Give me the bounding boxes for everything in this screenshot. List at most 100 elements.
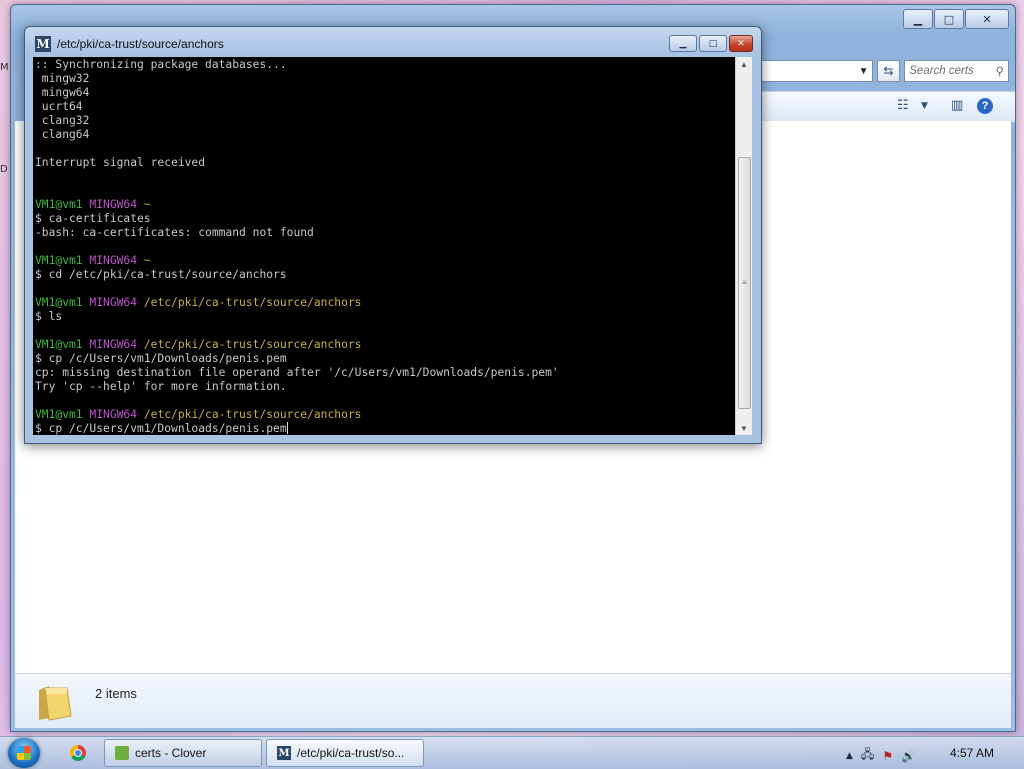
terminal-text-segment: ~ (143, 254, 151, 267)
offscreen-glyph: M (0, 62, 9, 73)
terminal-text-segment: VM1@vm1 (35, 198, 90, 211)
search-icon[interactable]: ⚲ (996, 64, 1004, 78)
taskbar: certs - Clover M /etc/pki/ca-trust/so...… (0, 736, 1024, 769)
terminal-line: cp: missing destination file operand aft… (35, 366, 559, 379)
volume-icon[interactable]: 🔊 (901, 749, 916, 763)
action-center-icon[interactable]: ⚑ (882, 749, 893, 763)
terminal-screen[interactable]: :: Synchronizing package databases... mi… (33, 57, 735, 435)
terminal-text-segment: mingw32 (35, 72, 90, 85)
mintty-icon: M (277, 746, 291, 760)
terminal-close-button[interactable]: ✕ (729, 35, 753, 52)
terminal-line: VM1@vm1 MINGW64 /etc/pki/ca-trust/source… (35, 408, 362, 421)
clover-icon (115, 746, 129, 760)
terminal-minimize-button[interactable]: ▁ (669, 35, 697, 52)
terminal-text-segment: /etc/pki/ca-trust/source/anchors (143, 408, 362, 421)
details-pane: 2 items (15, 673, 1011, 728)
refresh-icon: ⇆ (883, 64, 894, 78)
refresh-button[interactable]: ⇆ (876, 60, 901, 82)
chevron-down-icon[interactable]: ▼ (859, 66, 869, 77)
terminal-line: clang64 (35, 128, 90, 141)
terminal-line: Interrupt signal received (35, 156, 205, 169)
terminal-line: :: Synchronizing package databases... (35, 58, 287, 71)
terminal-titlebar[interactable]: M /etc/pki/ca-trust/source/anchors (35, 36, 224, 52)
terminal-line: mingw64 (35, 86, 90, 99)
terminal-window: M /etc/pki/ca-trust/source/anchors ▁ □ ✕… (24, 26, 762, 444)
scroll-down-arrow[interactable]: ▼ (736, 421, 752, 435)
text-cursor (286, 422, 288, 434)
terminal-text-segment: -bash: ca-certificates: command not foun… (35, 226, 314, 239)
terminal-text-segment: /etc/pki/ca-trust/source/anchors (143, 338, 362, 351)
offscreen-glyph: D (0, 164, 8, 175)
explorer-caption-buttons: ▁ □ ✕ (903, 9, 1009, 29)
terminal-text-segment: mingw64 (35, 86, 90, 99)
folder-icon (39, 686, 72, 721)
preview-pane-icon[interactable]: ▥ (951, 98, 963, 113)
terminal-text-segment: clang64 (35, 128, 90, 141)
terminal-text-segment: :: Synchronizing package databases... (35, 58, 287, 71)
terminal-line: -bash: ca-certificates: command not foun… (35, 226, 314, 239)
start-button[interactable] (8, 738, 40, 768)
explorer-minimize-button[interactable]: ▁ (903, 9, 933, 29)
mintty-icon[interactable]: M (35, 36, 51, 52)
network-icon[interactable]: 🖧 (861, 745, 874, 766)
terminal-line: Try 'cp --help' for more information. (35, 380, 287, 393)
address-bar: ▼ ⇆ Search certs ⚲ (759, 59, 1009, 83)
terminal-text-segment: clang32 (35, 114, 90, 127)
terminal-line: ucrt64 (35, 100, 83, 113)
terminal-text-segment: MINGW64 (89, 408, 144, 421)
search-input[interactable]: Search certs ⚲ (904, 60, 1009, 82)
terminal-maximize-button[interactable]: □ (699, 35, 727, 52)
terminal-text-segment: MINGW64 (89, 338, 144, 351)
view-options-icon[interactable]: ☷ (897, 98, 909, 113)
terminal-text-segment: Try 'cp --help' for more information. (35, 380, 287, 393)
terminal-text-segment: Interrupt signal received (35, 156, 206, 169)
terminal-text-segment: ~ (143, 198, 151, 211)
scroll-up-arrow[interactable]: ▲ (736, 57, 752, 71)
terminal-caption-buttons: ▁ □ ✕ (669, 35, 753, 52)
search-placeholder: Search certs (909, 65, 974, 77)
address-field[interactable]: ▼ (759, 60, 873, 82)
explorer-close-button[interactable]: ✕ (965, 9, 1009, 29)
grip-icon: ≡ (742, 278, 747, 287)
taskbar-item-label: certs - Clover (135, 746, 207, 760)
help-icon[interactable]: ? (977, 98, 993, 114)
terminal-text-segment: ucrt64 (35, 100, 83, 113)
terminal-output[interactable]: :: Synchronizing package databases... mi… (33, 57, 735, 435)
terminal-text-segment: $ ls (35, 310, 63, 323)
terminal-text-segment: $ cp /c/Users/vm1/Downloads/penis.pem (35, 352, 287, 365)
terminal-line: VM1@vm1 MINGW64 /etc/pki/ca-trust/source… (35, 296, 362, 309)
terminal-title: /etc/pki/ca-trust/source/anchors (57, 37, 224, 51)
terminal-text-segment: MINGW64 (89, 296, 144, 309)
terminal-scrollbar[interactable]: ▲ ≡ ▼ (735, 57, 752, 435)
terminal-line: VM1@vm1 MINGW64 ~ (35, 254, 151, 267)
terminal-text-segment: MINGW64 (89, 198, 144, 211)
terminal-line: VM1@vm1 MINGW64 /etc/pki/ca-trust/source… (35, 338, 362, 351)
terminal-line: $ cp /c/Users/vm1/Downloads/penis.pem (35, 352, 287, 365)
terminal-text-segment: /etc/pki/ca-trust/source/anchors (143, 296, 362, 309)
clock[interactable]: 4:57 AM (950, 746, 994, 760)
taskbar-item-clover[interactable]: certs - Clover (104, 739, 262, 767)
terminal-line: $ cd /etc/pki/ca-trust/source/anchors (35, 268, 287, 281)
terminal-text-segment: VM1@vm1 (35, 338, 90, 351)
terminal-text-segment: cp: missing destination file operand aft… (35, 366, 559, 379)
terminal-text-segment: MINGW64 (89, 254, 144, 267)
terminal-text-segment: $ cd /etc/pki/ca-trust/source/anchors (35, 268, 287, 281)
terminal-line: $ cp /c/Users/vm1/Downloads/penis.pem (35, 422, 288, 435)
terminal-line: clang32 (35, 114, 90, 127)
terminal-line: VM1@vm1 MINGW64 ~ (35, 198, 151, 211)
terminal-text-segment: VM1@vm1 (35, 254, 90, 267)
terminal-text-segment: VM1@vm1 (35, 296, 90, 309)
terminal-text-segment: VM1@vm1 (35, 408, 90, 421)
system-tray: ▲ 🖧 ⚑ 🔊 (846, 745, 916, 766)
terminal-line: $ ca-certificates (35, 212, 151, 225)
chevron-down-icon[interactable]: ▼ (921, 101, 928, 111)
show-hidden-icon[interactable]: ▲ (846, 751, 853, 761)
explorer-maximize-button[interactable]: □ (934, 9, 964, 29)
scroll-thumb[interactable]: ≡ (738, 157, 751, 409)
explorer-toolbar: ☷ ▼ ▥ ? (759, 91, 1015, 123)
terminal-line: mingw32 (35, 72, 90, 85)
terminal-line: $ ls (35, 310, 62, 323)
taskbar-item-terminal[interactable]: M /etc/pki/ca-trust/so... (266, 739, 424, 767)
chrome-icon[interactable] (70, 745, 86, 761)
item-count: 2 items (95, 686, 137, 701)
